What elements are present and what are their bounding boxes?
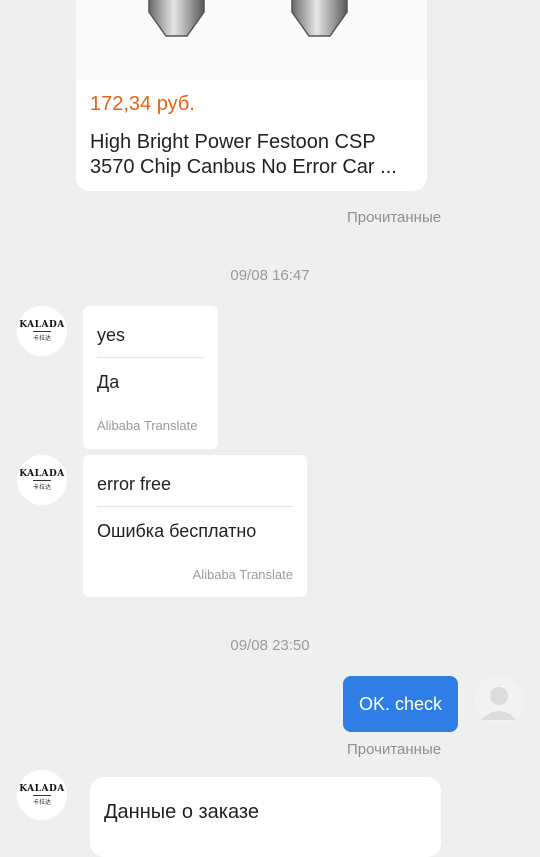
translate-credit: Alibaba Translate bbox=[192, 567, 293, 582]
order-details-title: Данные о заказе bbox=[104, 801, 259, 823]
user-avatar-icon[interactable] bbox=[474, 676, 524, 726]
message-bubble[interactable]: error free Ошибка бесплатно Alibaba Tran… bbox=[83, 455, 307, 597]
timestamp: 09/08 16:47 bbox=[230, 267, 310, 284]
seller-avatar-brand: KALADA bbox=[19, 320, 65, 330]
seller-avatar-sub: 卡拉达 bbox=[32, 480, 51, 491]
message-bubble[interactable]: yes Да Alibaba Translate bbox=[83, 306, 218, 449]
message-translated-text: Да bbox=[97, 372, 120, 392]
translate-credit: Alibaba Translate bbox=[97, 418, 198, 433]
sent-message-bubble[interactable]: OK. check bbox=[343, 676, 458, 732]
seller-avatar-sub: 卡拉达 bbox=[32, 331, 51, 342]
message-divider bbox=[97, 506, 293, 507]
message-translated-text: Ошибка бесплатно bbox=[97, 521, 257, 541]
message-divider bbox=[97, 357, 204, 358]
seller-avatar-sub: 卡拉达 bbox=[32, 795, 51, 806]
product-image bbox=[76, 0, 427, 80]
product-price: 172,34 руб. bbox=[90, 93, 195, 115]
product-title[interactable]: High Bright Power Festoon CSP 3570 Chip … bbox=[90, 130, 420, 180]
message-original-text: error free bbox=[97, 474, 172, 494]
read-status: Прочитанные bbox=[347, 741, 442, 758]
read-status: Прочитанные bbox=[347, 209, 442, 226]
order-details-card[interactable]: Данные о заказе bbox=[90, 777, 441, 857]
message-original-text: yes bbox=[97, 325, 126, 345]
timestamp: 09/08 23:50 bbox=[230, 637, 310, 654]
seller-avatar-brand: KALADA bbox=[19, 469, 65, 479]
seller-avatar[interactable]: KALADA 卡拉达 bbox=[17, 306, 67, 356]
seller-avatar-brand: KALADA bbox=[19, 784, 65, 794]
seller-avatar[interactable]: KALADA 卡拉达 bbox=[17, 455, 67, 505]
product-card[interactable]: 172,34 руб. High Bright Power Festoon CS… bbox=[76, 0, 427, 191]
seller-avatar[interactable]: KALADA 卡拉达 bbox=[17, 770, 67, 820]
